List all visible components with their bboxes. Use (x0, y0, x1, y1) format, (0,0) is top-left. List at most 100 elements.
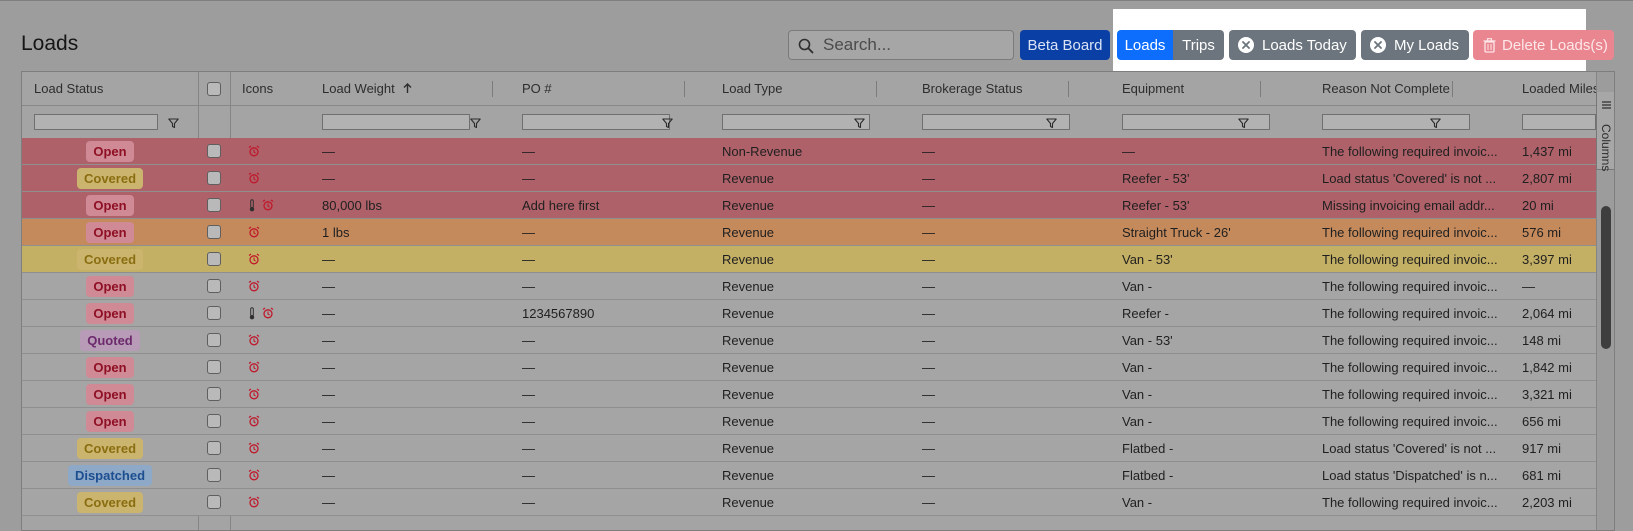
search-box[interactable] (788, 30, 1014, 60)
filter-input-load-type[interactable] (722, 113, 870, 130)
alarm-clock-icon[interactable] (248, 442, 260, 454)
row-icons (248, 442, 260, 454)
status-badge: Covered (76, 437, 144, 459)
table-row[interactable]: Open — — Revenue — Van - The following require… (22, 354, 1596, 381)
table-row[interactable]: Open 1 lbs — Revenue — Straight Truck - 26' Th… (22, 219, 1596, 246)
row-checkbox[interactable] (207, 225, 221, 239)
search-input[interactable] (823, 35, 1003, 55)
column-header-load-status[interactable]: Load Status (22, 72, 198, 105)
row-checkbox[interactable] (207, 279, 221, 293)
row-checkbox[interactable] (207, 495, 221, 509)
row-checkbox[interactable] (207, 414, 221, 428)
alarm-clock-icon[interactable] (248, 280, 260, 292)
column-resize-handle[interactable] (1452, 81, 1453, 97)
filter-cell (710, 105, 910, 138)
scrollbar-thumb[interactable] (1601, 206, 1611, 349)
column-resize-handle[interactable] (876, 81, 877, 97)
table-row[interactable]: Open — — Revenue — Van - The following require… (22, 273, 1596, 300)
table-row[interactable]: Covered — — Revenue — Van - 53' The following … (22, 246, 1596, 273)
column-header-load-type[interactable]: Load Type (710, 72, 910, 105)
column-resize-handle[interactable] (1068, 81, 1069, 97)
row-checkbox[interactable] (207, 306, 221, 320)
filter-funnel-icon[interactable] (1430, 116, 1441, 134)
columns-panel-toggle[interactable]: Columns (1596, 92, 1614, 171)
column-resize-handle[interactable] (492, 81, 493, 97)
column-header-reason-not-complete[interactable]: Reason Not Complete (1310, 72, 1510, 105)
filter-funnel-icon[interactable] (854, 116, 865, 134)
column-resize-handle[interactable] (684, 81, 685, 97)
row-icons (248, 469, 260, 481)
tab-trips[interactable]: Trips (1173, 30, 1224, 60)
row-checkbox[interactable] (207, 171, 221, 185)
alarm-clock-icon[interactable] (248, 334, 260, 346)
load-weight-cell: — (322, 413, 335, 429)
select-all-checkbox[interactable] (207, 81, 221, 96)
load-status-cell: Covered (22, 435, 198, 461)
table-row[interactable]: Open — — Revenue — Van - The following require… (22, 408, 1596, 435)
alarm-clock-icon[interactable] (248, 388, 260, 400)
filter-funnel-icon[interactable] (470, 116, 481, 134)
row-checkbox[interactable] (207, 144, 221, 158)
beta-board-button[interactable]: Beta Board (1020, 30, 1110, 60)
row-checkbox[interactable] (207, 360, 221, 374)
table-row[interactable]: Covered — — Revenue — Flatbed - Load status 'C… (22, 435, 1596, 462)
filter-input-load-status[interactable] (34, 113, 158, 130)
alarm-clock-icon[interactable] (248, 496, 260, 508)
load-weight-cell: — (322, 494, 335, 510)
row-checkbox[interactable] (207, 333, 221, 347)
table-row[interactable]: Open — — Non-Revenue — — The following require… (22, 138, 1596, 165)
table-row[interactable]: Covered — — Revenue — Reefer - 53' Load status… (22, 165, 1596, 192)
row-checkbox[interactable] (207, 468, 221, 482)
table-row[interactable]: Quoted — — Revenue — Van - 53' The following r… (22, 327, 1596, 354)
tab-loads[interactable]: Loads (1117, 30, 1173, 60)
status-badge: Covered (76, 248, 144, 270)
filter-funnel-icon[interactable] (662, 116, 673, 134)
filter-input-load-weight[interactable] (322, 113, 470, 130)
column-header-icons[interactable]: Icons (230, 72, 310, 105)
filter-input-loaded-miles[interactable] (1522, 113, 1596, 130)
loads-grid: Load Status Icons Load Weight PO # Load … (21, 71, 1615, 531)
table-row[interactable]: Open 80,000 lbs Add here first Revenue — Reef… (22, 192, 1596, 219)
status-badge: Open (86, 221, 134, 243)
brokerage-status-cell: — (922, 359, 935, 375)
thermometer-icon[interactable] (248, 306, 256, 320)
load-weight-cell: — (322, 278, 335, 294)
table-row[interactable]: Dispatched — — Revenue — Flatbed - Load status… (22, 462, 1596, 489)
alarm-clock-icon[interactable] (248, 253, 260, 265)
load-weight-cell: — (322, 170, 335, 186)
row-checkbox[interactable] (207, 441, 221, 455)
row-icons (248, 306, 274, 320)
row-checkbox[interactable] (207, 387, 221, 401)
delete-loads-button[interactable]: Delete Loads(s) (1473, 30, 1614, 60)
filter-funnel-icon[interactable] (1238, 116, 1249, 134)
filter-input-po[interactable] (522, 113, 670, 130)
filter-funnel-icon[interactable] (1046, 116, 1057, 134)
column-header-load-weight[interactable]: Load Weight (310, 72, 510, 105)
alarm-clock-icon[interactable] (248, 415, 260, 427)
row-checkbox[interactable] (207, 198, 221, 212)
close-circle-icon (1370, 37, 1386, 53)
alarm-clock-icon[interactable] (248, 172, 260, 184)
column-header-equipment[interactable]: Equipment (1110, 72, 1310, 105)
table-row[interactable]: Covered — — Revenue — Van - The following requ… (22, 489, 1596, 516)
filter-funnel-icon[interactable] (168, 116, 179, 134)
column-header-brokerage-status[interactable]: Brokerage Status (910, 72, 1110, 105)
thermometer-icon[interactable] (248, 198, 256, 212)
loaded-miles-cell: 576 mi (1522, 224, 1562, 240)
alarm-clock-icon[interactable] (248, 361, 260, 373)
table-row[interactable]: Open — 1234567890 Revenue — Reefer - The follo… (22, 300, 1596, 327)
table-row[interactable]: Open — — Revenue — Van - The following require… (22, 381, 1596, 408)
status-badge: Open (86, 302, 134, 324)
alarm-clock-icon[interactable] (248, 226, 260, 238)
alarm-clock-icon[interactable] (262, 307, 274, 319)
column-header-loaded-miles[interactable]: Loaded Miles (1510, 72, 1596, 105)
row-checkbox[interactable] (207, 252, 221, 266)
filter-input-reason[interactable] (1322, 113, 1470, 130)
column-resize-handle[interactable] (1260, 81, 1261, 97)
alarm-clock-icon[interactable] (262, 199, 274, 211)
column-header-po[interactable]: PO # (510, 72, 710, 105)
alarm-clock-icon[interactable] (248, 145, 260, 157)
alarm-clock-icon[interactable] (248, 469, 260, 481)
my-loads-button[interactable]: My Loads (1361, 30, 1469, 60)
loads-today-button[interactable]: Loads Today (1229, 30, 1356, 60)
